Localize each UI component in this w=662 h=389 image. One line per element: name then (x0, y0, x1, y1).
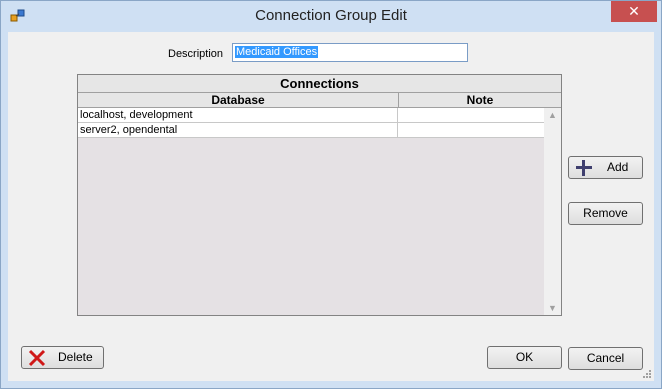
cell-database: localhost, development (78, 108, 398, 122)
window-title: Connection Group Edit (255, 7, 407, 24)
scroll-up-arrow-icon[interactable]: ▲ (544, 110, 561, 120)
cell-note (399, 123, 544, 137)
table-row[interactable]: server2, opendental (78, 123, 544, 138)
description-value: Medicaid Offices (235, 46, 319, 58)
vertical-scrollbar[interactable]: ▲ ▼ (544, 108, 561, 315)
dialog-body: Description Medicaid Offices Connections… (8, 32, 654, 381)
red-x-icon (28, 349, 46, 367)
cell-database: server2, opendental (78, 123, 398, 137)
grid-title: Connections (78, 75, 561, 93)
column-header-database[interactable]: Database (78, 93, 399, 108)
cell-note (399, 108, 544, 122)
add-button[interactable]: Add (568, 156, 643, 179)
cancel-button[interactable]: Cancel (568, 347, 643, 370)
delete-button[interactable]: Delete (21, 346, 104, 369)
add-button-label: Add (607, 160, 629, 174)
description-label: Description (168, 48, 224, 60)
dialog-window: Connection Group Edit ✕ Description Medi… (0, 0, 662, 389)
resize-grip-icon[interactable] (642, 369, 652, 379)
remove-button[interactable]: Remove (568, 202, 643, 225)
ok-button[interactable]: OK (487, 346, 562, 369)
column-header-note[interactable]: Note (399, 93, 561, 108)
description-input[interactable]: Medicaid Offices (232, 43, 468, 62)
table-row[interactable]: localhost, development (78, 108, 544, 123)
title-bar[interactable]: Connection Group Edit ✕ (1, 1, 661, 32)
close-button[interactable]: ✕ (611, 1, 657, 22)
delete-button-label: Delete (58, 350, 93, 364)
plus-icon (576, 160, 592, 176)
scroll-down-arrow-icon[interactable]: ▼ (544, 303, 561, 313)
connections-grid[interactable]: Connections Database Note localhost, dev… (77, 74, 562, 316)
